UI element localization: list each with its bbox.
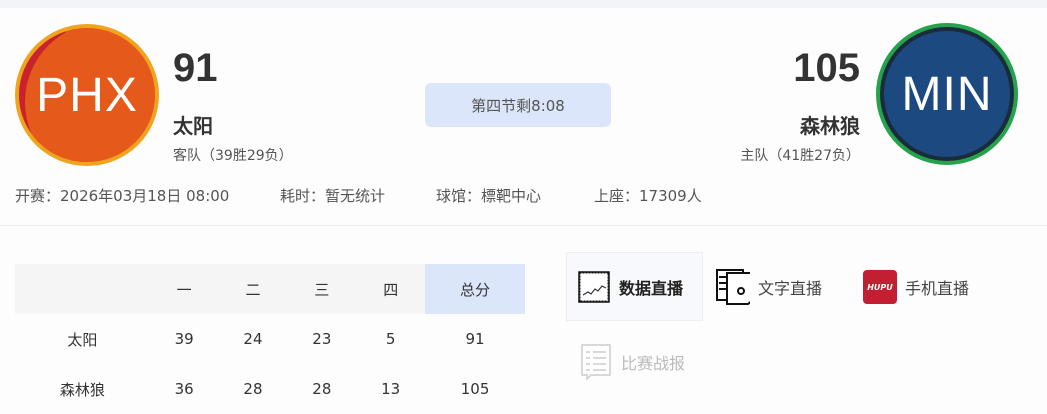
header-q1: 一: [149, 264, 219, 314]
home-score: 105: [793, 46, 860, 90]
away-team-logo[interactable]: PHX: [15, 24, 159, 166]
home-team-logo[interactable]: MIN: [876, 23, 1018, 165]
header-team: [15, 264, 150, 314]
home-logo-text: MIN: [901, 67, 993, 121]
cell-q3: 23: [312, 330, 332, 348]
cell-q2: 28: [243, 380, 263, 398]
tab-game-report[interactable]: 比赛战报: [579, 344, 686, 380]
table-header: 一 二 三 四 总分: [15, 264, 525, 314]
away-logo-text: PHX: [36, 68, 138, 122]
cell-q4: 13: [381, 380, 401, 398]
attendance: 上座：17309人: [594, 187, 702, 205]
tab-label: 文字直播: [758, 279, 823, 298]
header-total: 总分: [425, 264, 525, 314]
start-time: 开赛：2026年03月18日 08:00: [15, 187, 230, 205]
venue: 球馆：標靶中心: [436, 187, 542, 205]
top-strip: [0, 0, 1047, 8]
report-icon: [579, 344, 613, 380]
cell-q4: 5: [385, 330, 396, 348]
cell-q1: 36: [174, 380, 194, 398]
home-record: 主队（41胜27负）: [740, 148, 860, 164]
cell-q1: 39: [174, 330, 194, 348]
duration: 耗时：暂无统计: [280, 187, 386, 205]
table-row: 太阳 39 24 23 5 91: [15, 314, 525, 364]
table-row: 森林狼 36 28 28 13 105: [15, 364, 525, 414]
game-status-badge: 第四节剩8:08: [425, 83, 611, 127]
home-team-name[interactable]: 森林狼: [800, 110, 860, 139]
away-record: 客队（39胜29负）: [173, 148, 293, 164]
cell-q2: 24: [243, 330, 263, 348]
cell-total: 91: [465, 330, 485, 348]
header-q3: 三: [287, 264, 357, 314]
text-doc-icon: [716, 269, 750, 305]
tab-label: 比赛战报: [621, 354, 686, 373]
header-q2: 二: [218, 264, 288, 314]
tab-mobile-live[interactable]: HUPU 手机直播: [863, 270, 969, 304]
tab-data-live[interactable]: 数据直播: [566, 252, 703, 321]
cell-q3: 28: [312, 380, 332, 398]
header-q4: 四: [356, 264, 426, 314]
tab-label: 数据直播: [619, 278, 684, 298]
tab-text-live[interactable]: 文字直播: [716, 269, 823, 305]
cell-total: 105: [460, 380, 490, 398]
cell-team: 太阳: [67, 330, 98, 349]
chart-icon: [577, 270, 611, 304]
away-team-name[interactable]: 太阳: [173, 110, 213, 139]
hupu-icon: HUPU: [863, 270, 897, 304]
tab-label: 手机直播: [905, 279, 970, 298]
away-score: 91: [173, 46, 218, 90]
quarter-score-table: 一 二 三 四 总分 太阳 39 24 23 5 91 森林狼 36 28 28…: [15, 264, 525, 414]
cell-team: 森林狼: [59, 380, 105, 399]
divider: [0, 225, 1047, 226]
